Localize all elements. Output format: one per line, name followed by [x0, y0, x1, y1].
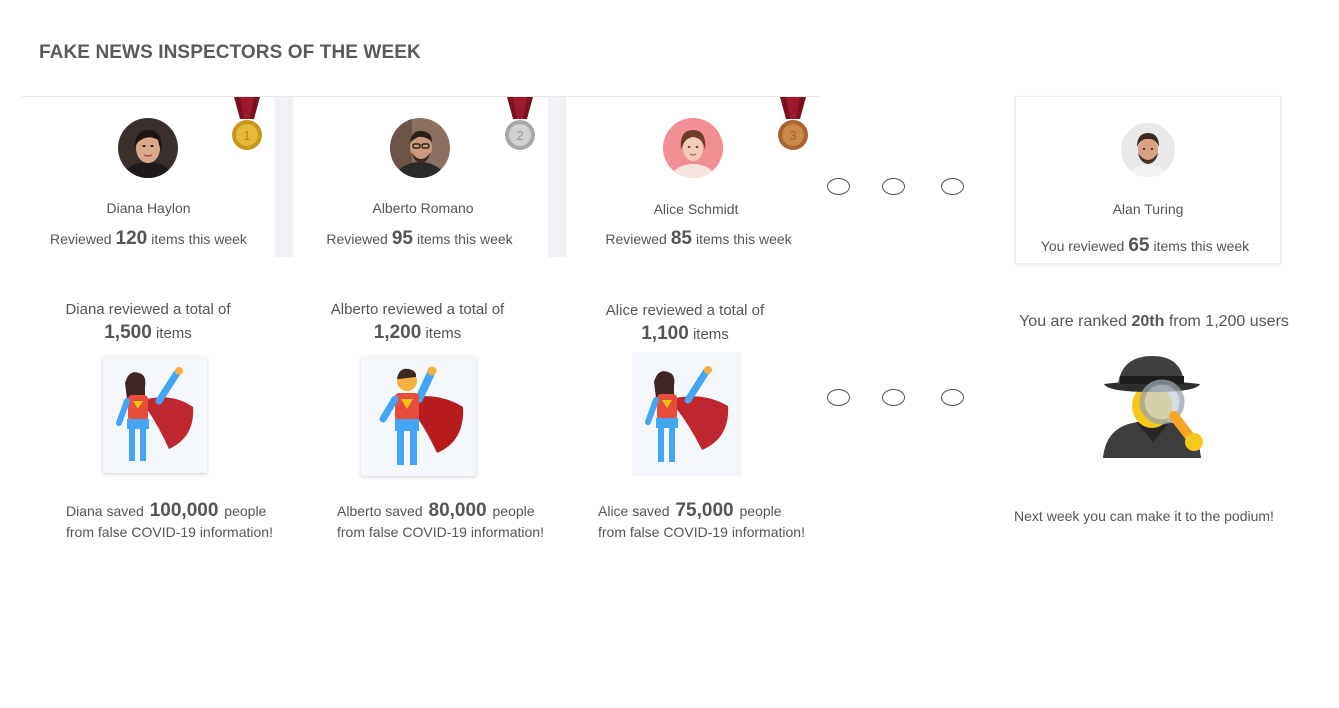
svg-text:2: 2 — [516, 128, 523, 143]
podium-card-1: 1 Diana Haylon Reviewed 120 items this wee… — [22, 97, 275, 257]
avatar — [390, 118, 450, 178]
superwoman-icon — [103, 357, 207, 473]
encouragement-text: Next week you can make it to the podium! — [1014, 508, 1274, 524]
current-user-card: Alan Turing You reviewed 65 items this wee… — [1015, 96, 1281, 264]
user-name: Alan Turing — [1112, 201, 1184, 217]
card-separator — [548, 97, 566, 257]
weekly-reviewed: Reviewed 120 items this week — [50, 228, 247, 249]
carousel-dot-2[interactable] — [882, 389, 905, 406]
people-saved: Alice saved 75,000 people from false COV… — [598, 500, 805, 540]
user-name: Alice Schmidt — [653, 201, 739, 217]
carousel-dot-1[interactable] — [827, 178, 850, 195]
total-reviewed: Diana reviewed a total of 1,500 items — [65, 301, 231, 343]
podium-card-3: 3 Alice Schmidt Reviewed 85 items this wee… — [566, 97, 819, 257]
total-reviewed: Alice reviewed a total of 1,100 items — [605, 302, 765, 344]
carousel-dot-2[interactable] — [882, 178, 905, 195]
total-reviewed: Alberto reviewed a total of 1,200 items — [330, 301, 505, 343]
user-name: Diana Haylon — [106, 200, 191, 216]
rank-text: You are ranked 20th from 1,200 users — [1019, 313, 1289, 330]
silver-medal-icon: 2 — [503, 97, 537, 153]
podium-card-2: 2 Alberto Romano Reviewed 95 items this we… — [293, 97, 546, 257]
superwoman-icon — [632, 352, 742, 476]
weekly-reviewed: Reviewed 85 items this week — [605, 228, 792, 249]
carousel-dot-3[interactable] — [941, 178, 964, 195]
carousel-dot-3[interactable] — [941, 389, 964, 406]
card-separator — [275, 97, 293, 257]
page-title: FAKE NEWS INSPECTORS OF THE WEEK — [39, 42, 421, 63]
detective-icon — [1098, 352, 1208, 460]
gold-medal-icon: 1 — [230, 97, 264, 153]
people-saved: Diana saved 100,000 people from false CO… — [66, 500, 273, 540]
avatar — [1121, 123, 1175, 177]
people-saved: Alberto saved 80,000 people from false C… — [337, 500, 544, 540]
carousel-dot-1[interactable] — [827, 389, 850, 406]
bronze-medal-icon: 3 — [776, 97, 810, 153]
superman-icon — [361, 357, 476, 476]
svg-text:1: 1 — [243, 128, 250, 143]
user-name: Alberto Romano — [372, 200, 474, 216]
avatar — [118, 118, 178, 178]
avatar — [663, 118, 723, 178]
svg-text:3: 3 — [789, 128, 796, 143]
weekly-reviewed: You reviewed 65 items this week — [1040, 235, 1250, 256]
weekly-reviewed: Reviewed 95 items this week — [326, 228, 513, 249]
